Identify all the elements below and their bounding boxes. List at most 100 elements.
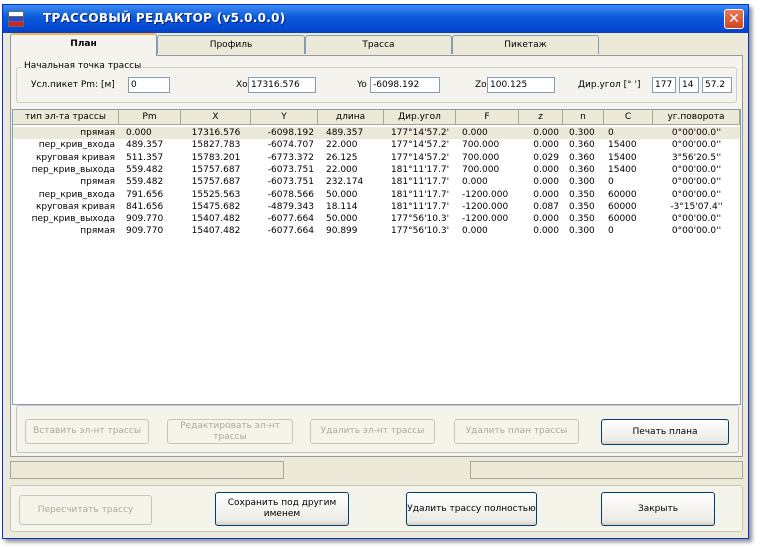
pm-input[interactable]: 0 [128,77,170,93]
cell-pm: 0.000 [126,128,152,138]
cell-n: 0.300 [569,226,595,237]
cell-z: 0.000 [533,140,559,151]
column-header-y[interactable]: Y [251,110,318,125]
cell-z: 0.000 [533,226,559,237]
table-row[interactable]: прямая 0.000 17316.576 -6098.192 489.357 177°… [13,127,740,139]
cell-turn-angle: 0°00'00.0'' [671,128,722,138]
column-header-pm[interactable]: Pm [119,110,181,125]
column-header-type[interactable]: тип эл-та трассы [13,110,119,125]
cell-f: -1200.000 [462,201,509,212]
route-elements-table[interactable]: тип эл-та трассы Pm X Yдлина Дир.угол Fz n Cуг.… [12,109,741,405]
cell-n: 0.300 [569,177,595,188]
tab-plan[interactable]: План [10,33,157,56]
cell-y: -6074.707 [267,140,314,151]
cell-type: прямая [80,177,115,188]
cell-pm: 909.770 [126,214,164,225]
cell-z: 0.000 [533,189,559,200]
yo-label: Yo [357,80,367,90]
angle-minutes-input[interactable]: 14 [679,77,699,93]
cell-c: 60000 [608,189,637,200]
title-bar[interactable]: ТРАССОВЫЙ РЕДАКТОР (v5.0.0.0) ✕ [3,5,748,33]
cell-pm: 489.357 [126,140,164,151]
cell-y: -6073.751 [267,164,314,175]
cell-y: -6077.664 [267,214,314,225]
table-row[interactable]: прямая 559.482 15757.687 -6073.751 232.174 18… [13,176,740,188]
cell-f: -1200.000 [462,189,509,200]
table-row[interactable]: пер_крив_входа 489.357 15827.783 -6074.707 2… [13,139,740,151]
cell-turn-angle: 0°00'00.0'' [671,177,722,188]
cell-y: -4879.343 [267,201,314,212]
table-row[interactable]: пер_крив_выхода 909.770 15407.482 -6077.664… [13,213,740,225]
cell-y: -6077.664 [267,226,314,237]
close-window-button[interactable]: ✕ [724,9,744,29]
tab-picketage[interactable]: Пикетаж [452,35,599,54]
delete-plan-button[interactable]: Удалить план трассы [454,419,579,444]
table-row[interactable]: пер_крив_выхода 559.482 15757.687 -6073.751… [13,164,740,176]
cell-turn-angle: 0°00'00.0'' [671,214,722,225]
zo-label: Zo [475,80,487,90]
close-button[interactable]: Закрыть [601,492,715,526]
column-header-z[interactable]: z [519,110,563,125]
table-row[interactable]: круговая кривая 841.656 15475.682 -4879.343… [13,201,740,213]
recalculate-route-button[interactable]: Пересчитать трассу [19,495,152,525]
cell-length: 50.000 [326,214,358,225]
insert-element-button[interactable]: Вставить эл-нт трассы [25,419,149,444]
table-row[interactable]: прямая 909.770 15407.482 -6077.664 90.899 177… [13,225,740,237]
column-header-length[interactable]: длина [318,110,384,125]
cell-x: 17316.576 [191,128,241,138]
cell-pm: 559.482 [126,164,164,175]
angle-seconds-input[interactable]: 57.2 [702,77,732,93]
cell-f: 0.000 [462,177,488,188]
cell-pm: 791.656 [126,189,164,200]
tab-route[interactable]: Трасса [305,35,452,54]
cell-n: 0.360 [569,140,595,151]
column-header-f[interactable]: F [456,110,519,125]
zo-input[interactable]: 100.125 [487,77,555,93]
start-point-legend: Начальная точка трассы [22,61,144,71]
delete-route-button[interactable]: Удалить трассу полностью [406,492,537,526]
column-header-n[interactable]: n [563,110,604,125]
cell-f: 0.000 [462,128,488,138]
column-header-c[interactable]: C [604,110,653,125]
cell-pm: 511.357 [126,152,164,163]
status-bar-right [470,461,743,479]
cell-turn-angle: 0°00'00.0'' [671,226,722,237]
cell-length: 489.357 [326,128,364,138]
save-as-button[interactable]: Сохранить под другим именем [215,492,349,526]
table-row[interactable]: пер_крив_входа 791.656 15525.563 -6078.566 5… [13,189,740,201]
xo-input[interactable]: 17316.576 [248,77,316,93]
cell-azimuth: 177°14'57.2' [390,140,450,151]
cell-x: 15757.687 [191,177,241,188]
cell-c: 60000 [608,214,637,225]
cell-type: круговая кривая [35,152,115,163]
cell-z: 0.000 [533,164,559,175]
cell-c: 15400 [608,140,637,151]
column-header-x[interactable]: X [181,110,251,125]
table-row[interactable]: круговая кривая 511.357 15783.201 -6773.372… [13,152,740,164]
column-header-azimuth[interactable]: Дир.угол [384,110,456,125]
tab-profile[interactable]: Профиль [157,35,305,54]
print-plan-button[interactable]: Печать плана [601,419,729,445]
cell-turn-angle: 0°00'00.0'' [671,140,722,151]
column-header-turn-angle[interactable]: уг.поворота [653,110,740,125]
cell-length: 22.000 [326,140,358,151]
cell-type: пер_крив_выхода [31,214,115,225]
cell-type: круговая кривая [35,201,115,212]
yo-input[interactable]: -6098.192 [370,77,440,93]
cell-c: 15400 [608,152,637,163]
cell-length: 90.899 [326,226,358,237]
angle-degrees-input[interactable]: 177 [652,77,676,93]
cell-c: 0 [608,128,614,138]
cell-z: 0.000 [533,177,559,188]
cell-azimuth: 177°14'57.2' [390,152,450,163]
edit-element-button[interactable]: Редактировать эл-нт трассы [167,419,293,444]
delete-element-button[interactable]: Удалить эл-нт трассы [310,419,435,444]
close-icon: ✕ [728,11,740,27]
cell-f: 700.000 [462,164,500,175]
cell-type: пер_крив_входа [38,140,115,151]
cell-y: -6773.372 [267,152,314,163]
cell-turn-angle: 0°00'00.0'' [671,189,722,200]
cell-x: 15407.482 [191,226,241,237]
cell-n: 0.360 [569,152,595,163]
cell-azimuth: 181°11'17.7' [390,189,450,200]
